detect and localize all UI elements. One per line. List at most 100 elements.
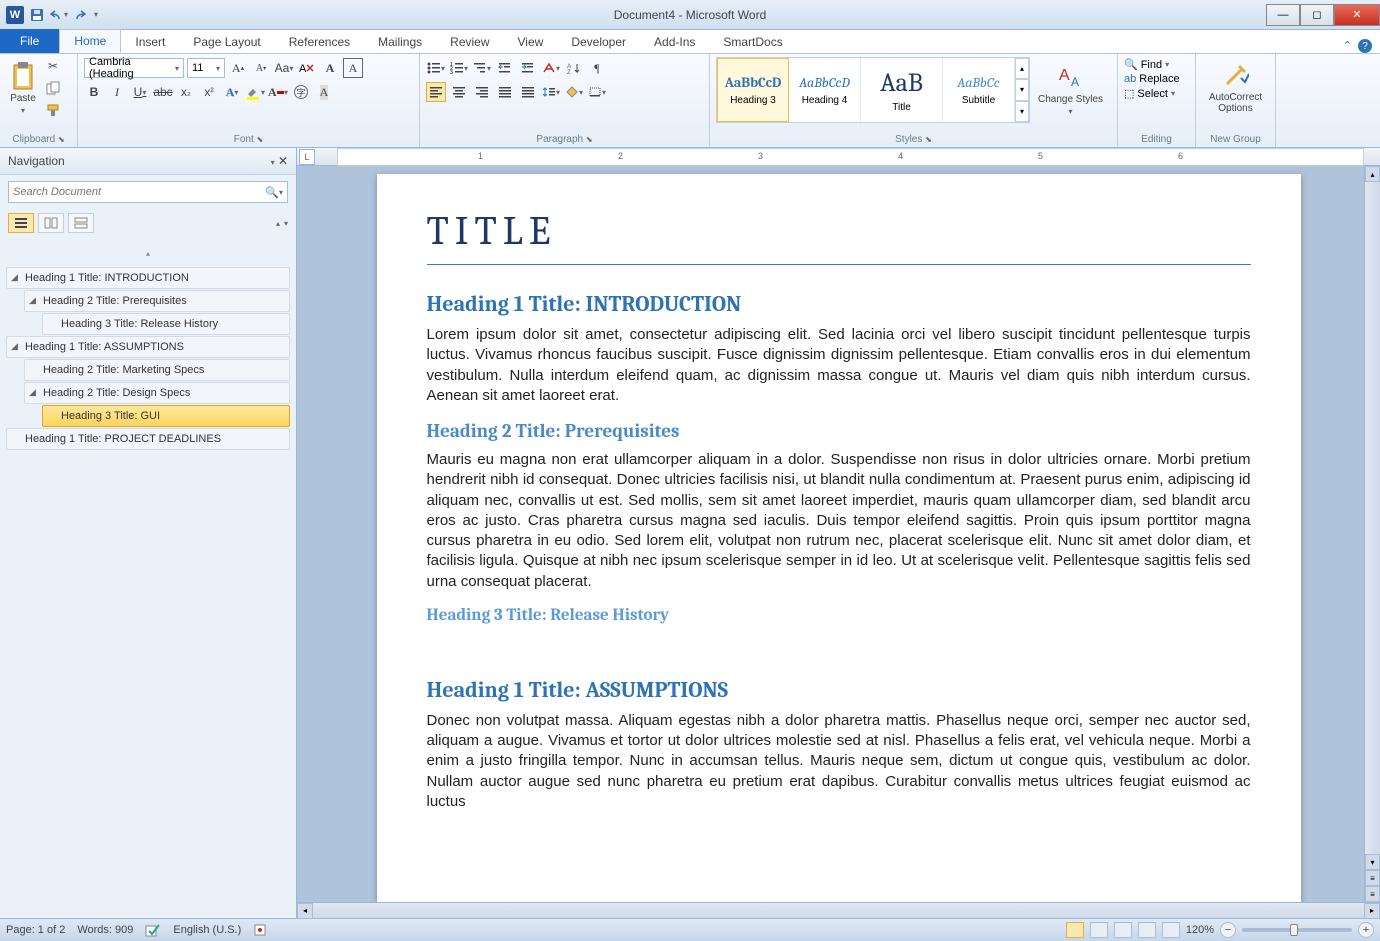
view-draft-icon[interactable] (1162, 922, 1180, 938)
character-border-icon[interactable]: A (343, 58, 363, 78)
nav-item[interactable]: ◢Heading 2 Title: Prerequisites (24, 290, 290, 312)
bullets-icon[interactable]: ▾ (426, 58, 446, 78)
horizontal-scrollbar[interactable]: ◂ ▸ (297, 902, 1380, 918)
styles-more-icon[interactable]: ▾ (1015, 101, 1029, 122)
bold-button[interactable]: B (84, 82, 104, 102)
increase-indent-icon[interactable] (518, 58, 538, 78)
search-input[interactable] (13, 186, 265, 198)
tab-selector-icon[interactable]: L (299, 149, 315, 165)
nav-view-pages[interactable] (38, 213, 64, 233)
status-zoom-level[interactable]: 120% (1186, 924, 1214, 936)
nav-prev-icon[interactable]: ▴ (276, 219, 280, 228)
asian-layout-icon[interactable]: ▾ (541, 58, 561, 78)
horizontal-ruler[interactable]: L 123456 (297, 148, 1380, 166)
cut-icon[interactable]: ✂ (43, 56, 63, 76)
find-button[interactable]: 🔍Find▾ (1124, 58, 1189, 71)
word-app-icon[interactable]: W (6, 6, 24, 24)
vertical-scrollbar[interactable]: ▴ ▾ ≡ ≡ (1364, 166, 1380, 902)
status-macro-icon[interactable] (253, 923, 267, 937)
shading-icon[interactable]: ▾ (564, 82, 584, 102)
view-web-layout-icon[interactable] (1114, 922, 1132, 938)
nav-close-icon[interactable]: ✕ (278, 154, 288, 168)
expand-icon[interactable]: ◢ (29, 387, 36, 398)
underline-button[interactable]: U▾ (130, 82, 150, 102)
nav-item[interactable]: ◢Heading 1 Title: INTRODUCTION (6, 267, 290, 289)
align-center-icon[interactable] (449, 82, 469, 102)
zoom-slider[interactable] (1242, 928, 1352, 932)
document-page[interactable]: TITLE Heading 1 Title: INTRODUCTION Lore… (377, 174, 1301, 902)
tab-references[interactable]: References (275, 31, 364, 53)
strikethrough-button[interactable]: abc (153, 82, 173, 102)
replace-button[interactable]: abReplace (1124, 73, 1189, 85)
tab-home[interactable]: Home (59, 29, 121, 53)
change-case-icon[interactable]: Aa▾ (274, 58, 294, 78)
scroll-right-icon[interactable]: ▸ (1364, 903, 1380, 919)
nav-next-icon[interactable]: ▾ (284, 219, 288, 228)
nav-collapse-bar[interactable]: ▴ (6, 247, 290, 259)
expand-icon[interactable]: ◢ (11, 341, 18, 352)
view-full-screen-icon[interactable] (1090, 922, 1108, 938)
tab-file[interactable]: File (0, 29, 59, 53)
maximize-button[interactable]: ◻ (1300, 4, 1334, 26)
font-launcher-icon[interactable]: ⬊ (257, 135, 264, 144)
tab-insert[interactable]: Insert (121, 31, 179, 53)
view-print-layout-icon[interactable] (1066, 922, 1084, 938)
nav-item[interactable]: Heading 3 Title: Release History (42, 313, 290, 335)
justify-icon[interactable] (495, 82, 515, 102)
font-size-combo[interactable]: 11▾ (187, 58, 225, 78)
help-icon[interactable]: ? (1358, 39, 1372, 53)
styles-scroll-up-icon[interactable]: ▴ (1015, 58, 1029, 79)
align-left-icon[interactable] (426, 82, 446, 102)
tab-smartdocs[interactable]: SmartDocs (709, 31, 796, 53)
status-proofing-icon[interactable] (145, 923, 161, 937)
styles-launcher-icon[interactable]: ⬊ (925, 135, 932, 144)
qat-customize-icon[interactable]: ▾ (94, 10, 98, 19)
scroll-up-icon[interactable]: ▴ (1365, 166, 1380, 182)
nav-item[interactable]: Heading 1 Title: PROJECT DEADLINES (6, 428, 290, 450)
superscript-button[interactable]: x² (199, 82, 219, 102)
line-spacing-icon[interactable]: ▾ (541, 82, 561, 102)
clipboard-launcher-icon[interactable]: ⬊ (58, 135, 65, 144)
style-subtitle[interactable]: AaBbCcSubtitle (943, 58, 1015, 122)
character-shading-icon[interactable]: A (314, 82, 334, 102)
copy-icon[interactable] (43, 78, 63, 98)
tab-addins[interactable]: Add-Ins (640, 31, 709, 53)
tab-mailings[interactable]: Mailings (364, 31, 436, 53)
minimize-ribbon-icon[interactable]: ⌃ (1343, 39, 1352, 53)
highlight-color-icon[interactable]: ▾ (245, 82, 265, 102)
sort-icon[interactable]: AZ (564, 58, 584, 78)
status-language[interactable]: English (U.S.) (173, 924, 241, 936)
minimize-button[interactable]: — (1266, 4, 1300, 26)
zoom-out-button[interactable]: − (1220, 922, 1236, 938)
scroll-down-icon[interactable]: ▾ (1365, 854, 1380, 870)
nav-item[interactable]: Heading 2 Title: Marketing Specs (24, 359, 290, 381)
styles-scroll-down-icon[interactable]: ▾ (1015, 79, 1029, 100)
status-words[interactable]: Words: 909 (77, 924, 133, 936)
nav-item[interactable]: ◢Heading 1 Title: ASSUMPTIONS (6, 336, 290, 358)
paragraph-launcher-icon[interactable]: ⬊ (586, 135, 593, 144)
style-heading3[interactable]: AaBbCcDHeading 3 (717, 58, 789, 122)
distributed-icon[interactable] (518, 82, 538, 102)
multilevel-list-icon[interactable]: ▾ (472, 58, 492, 78)
next-page-icon[interactable]: ≡ (1365, 886, 1380, 902)
format-painter-icon[interactable] (43, 100, 63, 120)
phonetic-guide-icon[interactable]: A (320, 58, 340, 78)
tab-developer[interactable]: Developer (557, 31, 640, 53)
nav-search-box[interactable]: 🔍▾ (8, 181, 288, 203)
subscript-button[interactable]: x₂ (176, 82, 196, 102)
font-color-icon[interactable]: A▾ (268, 82, 288, 102)
undo-icon[interactable]: ▾ (50, 6, 68, 24)
shrink-font-icon[interactable]: A▾ (251, 58, 271, 78)
nav-view-headings[interactable] (8, 213, 34, 233)
style-title[interactable]: AaBTitle (861, 58, 943, 122)
align-right-icon[interactable] (472, 82, 492, 102)
zoom-in-button[interactable]: + (1358, 922, 1374, 938)
nav-item[interactable]: Heading 3 Title: GUI (42, 405, 290, 427)
prev-page-icon[interactable]: ≡ (1365, 870, 1380, 886)
nav-view-results[interactable] (68, 213, 94, 233)
style-heading4[interactable]: AaBbCcDHeading 4 (789, 58, 861, 122)
enclose-characters-icon[interactable]: 字 (291, 82, 311, 102)
expand-icon[interactable]: ◢ (11, 272, 18, 283)
status-page[interactable]: Page: 1 of 2 (6, 924, 65, 936)
scroll-left-icon[interactable]: ◂ (297, 903, 313, 919)
